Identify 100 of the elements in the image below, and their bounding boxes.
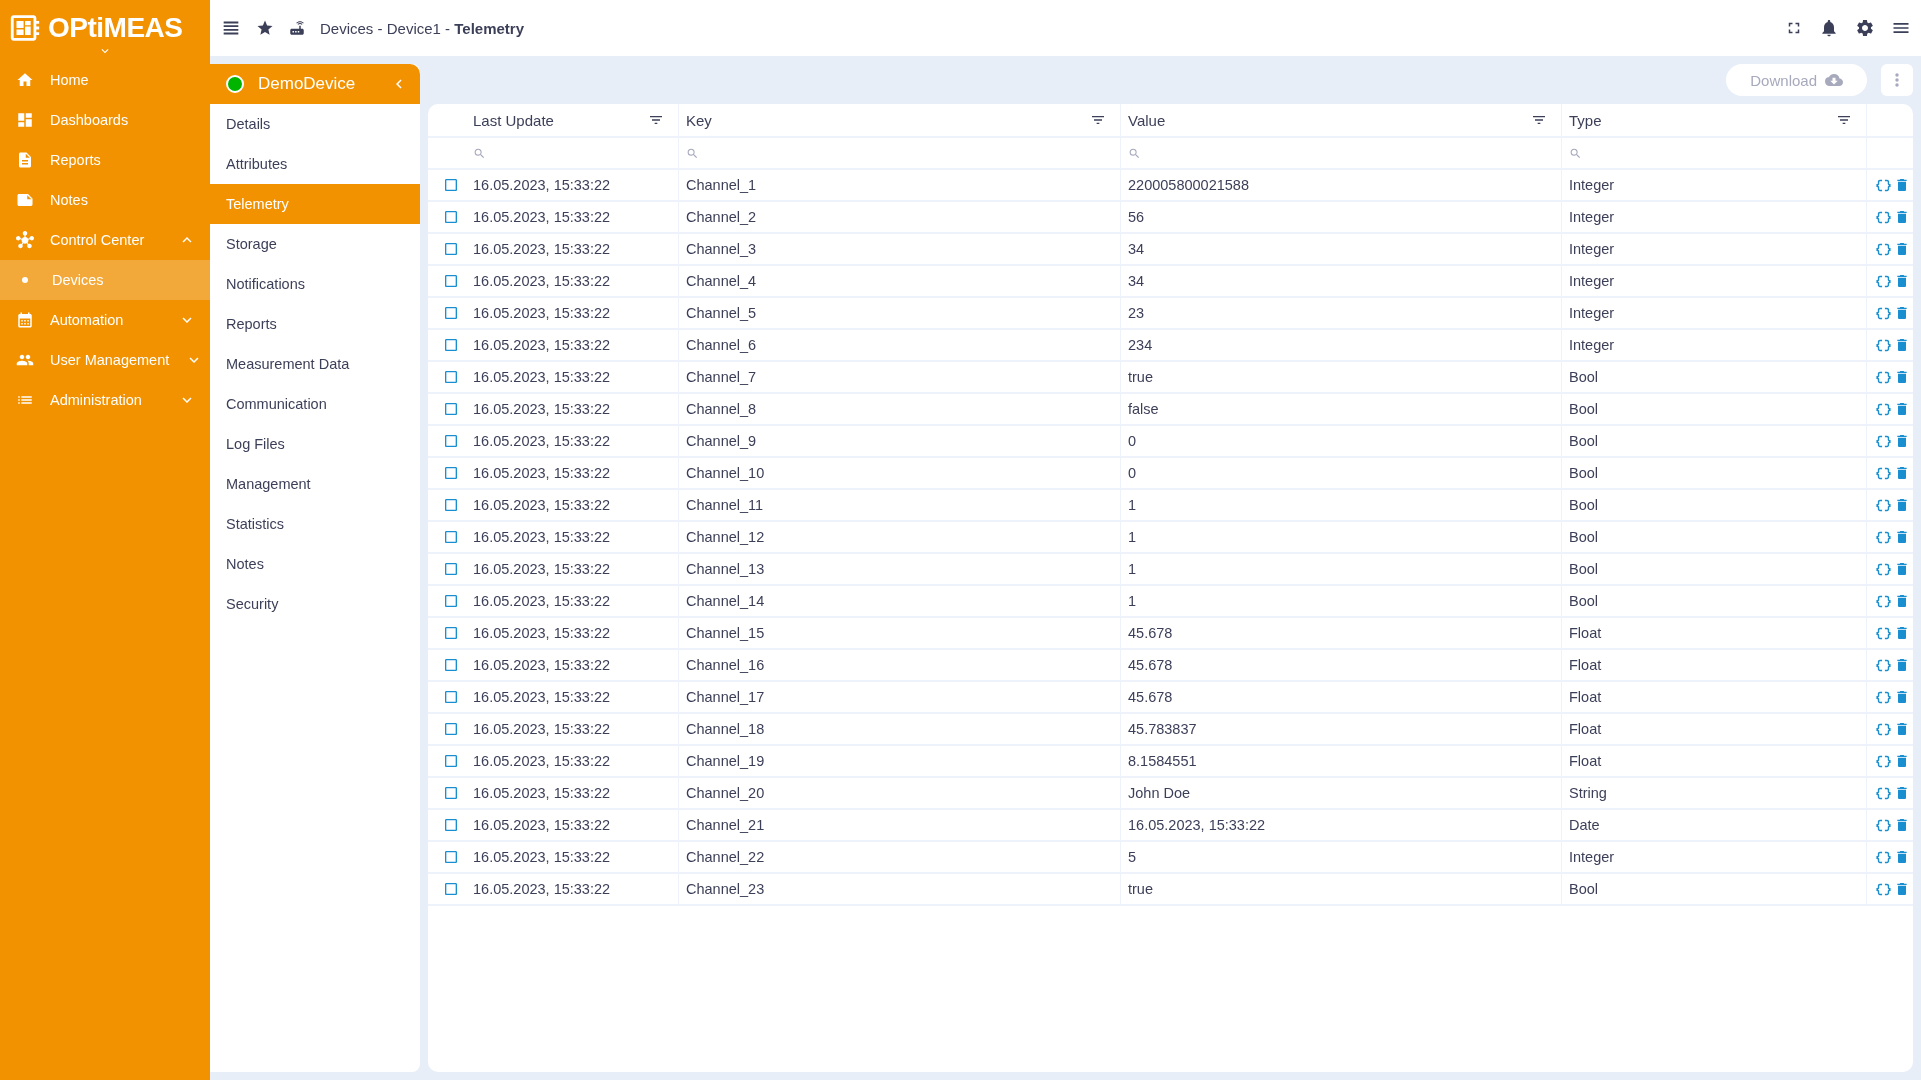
- table-cell: Channel_16: [678, 650, 1120, 682]
- row-checkbox[interactable]: [443, 465, 459, 481]
- table-cell: Integer: [1561, 202, 1866, 234]
- row-checkbox[interactable]: [443, 209, 459, 225]
- delete-icon[interactable]: [1894, 241, 1910, 257]
- row-checkbox[interactable]: [443, 561, 459, 577]
- delete-icon[interactable]: [1894, 369, 1910, 385]
- delete-icon[interactable]: [1894, 433, 1910, 449]
- row-checkbox[interactable]: [443, 273, 459, 289]
- table-cell: Channel_15: [678, 618, 1120, 650]
- column-header[interactable]: Value: [1120, 104, 1561, 138]
- table-cell: 220005800021588: [1120, 170, 1561, 202]
- row-checkbox[interactable]: [443, 369, 459, 385]
- device-menu-item[interactable]: Attributes: [210, 144, 420, 184]
- filter-field[interactable]: [678, 138, 1120, 170]
- row-checkbox[interactable]: [443, 721, 459, 737]
- table-cell: false: [1120, 394, 1561, 426]
- table-cell: Channel_1: [678, 170, 1120, 202]
- table-cell: Integer: [1561, 842, 1866, 874]
- filter-field[interactable]: [1561, 138, 1866, 170]
- table-cell: Float: [1561, 682, 1866, 714]
- delete-icon[interactable]: [1894, 337, 1910, 353]
- device-menu-item[interactable]: Notifications: [210, 264, 420, 304]
- delete-icon[interactable]: [1894, 465, 1910, 481]
- home-icon: [16, 71, 34, 89]
- row-checkbox[interactable]: [443, 337, 459, 353]
- row-checkbox[interactable]: [443, 433, 459, 449]
- column-header[interactable]: Type: [1561, 104, 1866, 138]
- device-menu-item[interactable]: Communication: [210, 384, 420, 424]
- table-cell: 16.05.2023, 15:33:22: [466, 746, 678, 778]
- row-checkbox[interactable]: [443, 849, 459, 865]
- bell-icon[interactable]: [1819, 18, 1839, 38]
- table-cell: Integer: [1561, 170, 1866, 202]
- table-cell: Integer: [1561, 330, 1866, 362]
- delete-icon[interactable]: [1894, 497, 1910, 513]
- delete-icon[interactable]: [1894, 625, 1910, 641]
- column-header[interactable]: Key: [678, 104, 1120, 138]
- row-checkbox[interactable]: [443, 625, 459, 641]
- table-cell: Channel_13: [678, 554, 1120, 586]
- filter-field[interactable]: [1120, 138, 1561, 170]
- table-cell: 16.05.2023, 15:33:22: [466, 362, 678, 394]
- delete-icon[interactable]: [1894, 593, 1910, 609]
- delete-icon[interactable]: [1894, 721, 1910, 737]
- device-menu-item[interactable]: Reports: [210, 304, 420, 344]
- row-checkbox[interactable]: [443, 593, 459, 609]
- delete-icon[interactable]: [1894, 881, 1910, 897]
- device-menu-item[interactable]: Storage: [210, 224, 420, 264]
- device-menu-item[interactable]: Statistics: [210, 504, 420, 544]
- delete-icon[interactable]: [1894, 849, 1910, 865]
- device-menu-item[interactable]: Details: [210, 104, 420, 144]
- device-menu-item[interactable]: Log Files: [210, 424, 420, 464]
- calendar-icon: [16, 311, 34, 329]
- table-cell: 16.05.2023, 15:33:22: [466, 330, 678, 362]
- delete-icon[interactable]: [1894, 209, 1910, 225]
- settings-icon[interactable]: [1855, 18, 1875, 38]
- device-menu-item[interactable]: Notes: [210, 544, 420, 584]
- row-checkbox[interactable]: [443, 785, 459, 801]
- delete-icon[interactable]: [1894, 273, 1910, 289]
- row-checkbox[interactable]: [443, 305, 459, 321]
- row-checkbox[interactable]: [443, 177, 459, 193]
- delete-icon[interactable]: [1894, 529, 1910, 545]
- delete-icon[interactable]: [1894, 785, 1910, 801]
- row-checkbox[interactable]: [443, 881, 459, 897]
- star-icon[interactable]: [256, 19, 274, 37]
- device-menu-item[interactable]: Measurement Data: [210, 344, 420, 384]
- cloud-download-icon: [1825, 71, 1843, 89]
- row-checkbox[interactable]: [443, 497, 459, 513]
- table-cell: Channel_19: [678, 746, 1120, 778]
- device-menu-item[interactable]: Management: [210, 464, 420, 504]
- delete-icon[interactable]: [1894, 305, 1910, 321]
- row-checkbox[interactable]: [443, 753, 459, 769]
- table-cell: Channel_4: [678, 266, 1120, 298]
- row-checkbox[interactable]: [443, 241, 459, 257]
- row-checkbox[interactable]: [443, 689, 459, 705]
- delete-icon[interactable]: [1894, 753, 1910, 769]
- table-cell: Bool: [1561, 874, 1866, 906]
- table-cell: 16.05.2023, 15:33:22: [466, 618, 678, 650]
- table-cell: Integer: [1561, 298, 1866, 330]
- table-cell: Bool: [1561, 554, 1866, 586]
- table-cell: 16.05.2023, 15:33:22: [466, 522, 678, 554]
- delete-icon[interactable]: [1894, 401, 1910, 417]
- row-checkbox[interactable]: [443, 657, 459, 673]
- delete-icon[interactable]: [1894, 177, 1910, 193]
- table-cell: 34: [1120, 234, 1561, 266]
- table-cell: String: [1561, 778, 1866, 810]
- row-checkbox[interactable]: [443, 401, 459, 417]
- row-checkbox[interactable]: [443, 817, 459, 833]
- delete-icon[interactable]: [1894, 817, 1910, 833]
- table-cell: 16.05.2023, 15:33:22: [466, 874, 678, 906]
- delete-icon[interactable]: [1894, 657, 1910, 673]
- row-checkbox[interactable]: [443, 529, 459, 545]
- table-cell: 16.05.2023, 15:33:22: [466, 170, 678, 202]
- table-cell: 1: [1120, 586, 1561, 618]
- column-header[interactable]: Last Update: [466, 104, 678, 138]
- table-cell: Float: [1561, 618, 1866, 650]
- delete-icon[interactable]: [1894, 561, 1910, 577]
- more-vertical-icon: [1895, 73, 1899, 87]
- delete-icon[interactable]: [1894, 689, 1910, 705]
- table-cell: Channel_12: [678, 522, 1120, 554]
- device-menu-item[interactable]: Security: [210, 584, 420, 624]
